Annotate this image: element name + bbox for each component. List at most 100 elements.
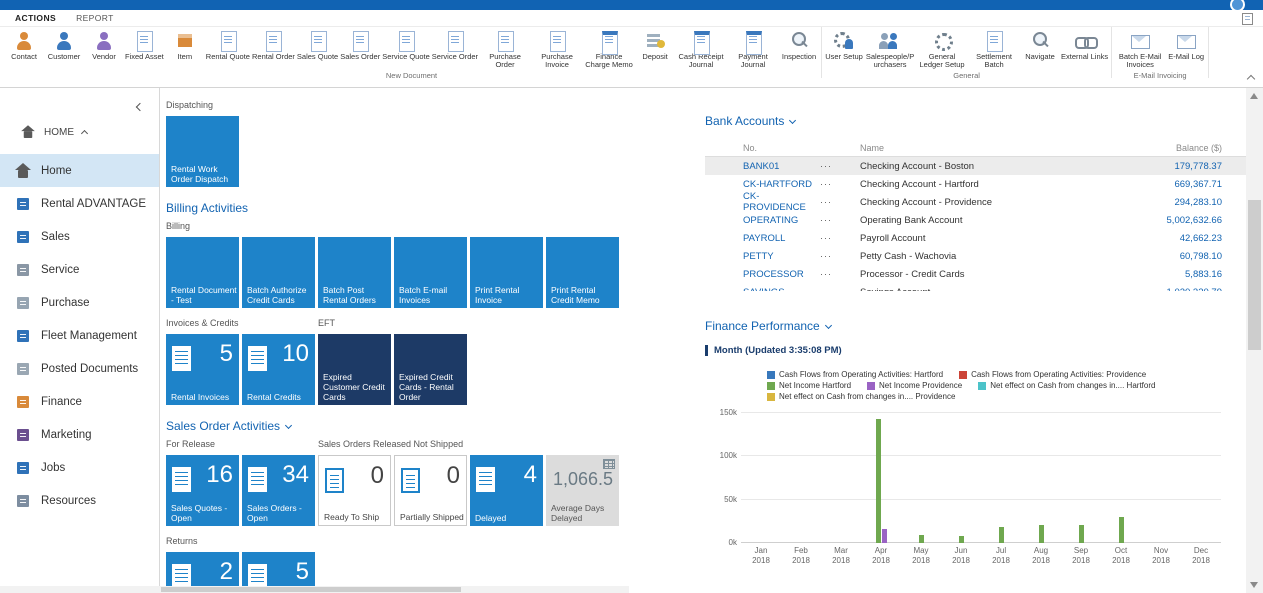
bank-account-no[interactable]: BANK01 <box>705 161 820 172</box>
row-actions-button[interactable]: ··· <box>820 269 860 279</box>
home-menu[interactable]: HOME <box>20 124 110 140</box>
bank-account-no[interactable]: PETTY <box>705 251 820 262</box>
tile-rental-invoices[interactable]: 5Rental Invoices <box>166 334 239 405</box>
ribbon-button-payment-journal[interactable]: Payment Journal <box>727 27 779 70</box>
tile-print-rental-invoice[interactable]: Print Rental Invoice <box>470 237 543 308</box>
ribbon-button-navigate[interactable]: Navigate <box>1020 27 1060 70</box>
section-heading[interactable]: Billing Activities <box>166 201 705 215</box>
column-name[interactable]: Name <box>860 143 1126 153</box>
tile-sales-orders-open[interactable]: 34Sales Orders - Open <box>242 455 315 526</box>
chart-bar[interactable] <box>999 527 1004 543</box>
sidebar-item-rental-advantage[interactable]: Rental ADVANTAGE <box>0 187 159 220</box>
ribbon-button-finance-charge-memo[interactable]: Finance Charge Memo <box>583 27 635 70</box>
sidebar-item-service[interactable]: Service <box>0 253 159 286</box>
tile-rental-work-order-dispatch[interactable]: Rental Work Order Dispatch <box>166 116 239 187</box>
bank-account-no[interactable]: OPERATING <box>705 215 820 226</box>
tile-value-2[interactable]: 2 <box>166 552 239 586</box>
legend-item[interactable]: Cash Flows from Operating Activities: Pr… <box>959 370 1146 379</box>
chart-bar[interactable] <box>959 536 964 543</box>
row-actions-button[interactable]: ··· <box>820 287 860 291</box>
tile-rental-document-test[interactable]: Rental Document - Test <box>166 237 239 308</box>
sidebar-item-resources[interactable]: Resources <box>0 484 159 517</box>
ribbon-button-general-ledger-setup[interactable]: General Ledger Setup <box>916 27 968 70</box>
bank-account-no[interactable]: CK-PROVIDENCE <box>705 191 820 213</box>
bank-accounts-heading[interactable]: Bank Accounts <box>705 114 1246 128</box>
bank-account-no[interactable]: SAVINGS <box>705 287 820 292</box>
tile-delayed[interactable]: 4Delayed <box>470 455 543 526</box>
bank-account-no[interactable]: CK-HARTFORD <box>705 179 820 190</box>
chart-bar[interactable] <box>882 529 887 543</box>
ribbon-button-service-order[interactable]: Service Order <box>431 27 479 70</box>
sidebar-item-sales[interactable]: Sales <box>0 220 159 253</box>
chart-bar[interactable] <box>876 419 881 543</box>
ribbon-button-settlement-batch[interactable]: Settlement Batch <box>968 27 1020 70</box>
legend-item[interactable]: Net effect on Cash from changes in.... P… <box>767 392 955 401</box>
legend-item[interactable]: Net effect on Cash from changes in.... H… <box>978 381 1155 390</box>
column-balance[interactable]: Balance ($) <box>1126 143 1246 153</box>
tile-sales-quotes-open[interactable]: 16Sales Quotes - Open <box>166 455 239 526</box>
ribbon-button-purchase-order[interactable]: Purchase Order <box>479 27 531 70</box>
tile-rental-credits[interactable]: 10Rental Credits <box>242 334 315 405</box>
sidebar-item-purchase[interactable]: Purchase <box>0 286 159 319</box>
finance-performance-heading[interactable]: Finance Performance <box>705 319 1246 333</box>
tile-print-rental-credit-memo[interactable]: Print Rental Credit Memo <box>546 237 619 308</box>
ribbon-button-purchase-invoice[interactable]: Purchase Invoice <box>531 27 583 70</box>
table-row[interactable]: BANK01···Checking Account - Boston179,77… <box>705 157 1246 175</box>
vertical-scrollbar[interactable] <box>1246 88 1263 593</box>
chart-bar[interactable] <box>919 535 924 543</box>
ribbon-button-customer[interactable]: Customer <box>44 27 84 70</box>
table-row[interactable]: OPERATING···Operating Bank Account5,002,… <box>705 211 1246 229</box>
tile-batch-e-mail-invoices[interactable]: Batch E-mail Invoices <box>394 237 467 308</box>
ribbon-button-rental-quote[interactable]: Rental Quote <box>205 27 251 70</box>
tile-average-days-delayed[interactable]: 1,066.5Average Days Delayed <box>546 455 619 526</box>
chart-period-label[interactable]: Month (Updated 3:35:08 PM) <box>705 345 842 356</box>
row-actions-button[interactable]: ··· <box>820 215 860 225</box>
row-actions-button[interactable]: ··· <box>820 197 860 207</box>
ribbon-button-rental-order[interactable]: Rental Order <box>251 27 296 70</box>
column-no[interactable]: No. <box>705 143 820 153</box>
bank-account-no[interactable]: PAYROLL <box>705 233 820 244</box>
ribbon-button-vendor[interactable]: Vendor <box>84 27 124 70</box>
legend-item[interactable]: Net Income Hartford <box>767 381 851 390</box>
row-actions-button[interactable]: ··· <box>820 251 860 261</box>
report-page-icon[interactable] <box>1242 13 1253 25</box>
sidebar-item-jobs[interactable]: Jobs <box>0 451 159 484</box>
tile-batch-authorize-credit-cards[interactable]: Batch Authorize Credit Cards <box>242 237 315 308</box>
chart-bar[interactable] <box>1079 525 1084 543</box>
tile-batch-post-rental-orders[interactable]: Batch Post Rental Orders <box>318 237 391 308</box>
table-row[interactable]: SAVINGS···Savings Account1,020,320.79 <box>705 283 1246 291</box>
ribbon-button-contact[interactable]: Contact <box>4 27 44 70</box>
horizontal-scrollbar-thumb[interactable] <box>161 587 461 592</box>
table-row[interactable]: CK-PROVIDENCE···Checking Account - Provi… <box>705 193 1246 211</box>
section-heading[interactable]: Sales Order Activities <box>166 419 705 433</box>
chart-bar[interactable] <box>1119 517 1124 543</box>
horizontal-scrollbar[interactable] <box>0 586 629 593</box>
ribbon-button-service-quote[interactable]: Service Quote <box>381 27 431 70</box>
ribbon-button-deposit[interactable]: Deposit <box>635 27 675 70</box>
sidebar-item-home[interactable]: Home <box>0 154 159 187</box>
legend-item[interactable]: Net Income Providence <box>867 381 962 390</box>
ribbon-button-inspection[interactable]: Inspection <box>779 27 819 70</box>
sidebar-item-fleet-management[interactable]: Fleet Management <box>0 319 159 352</box>
ribbon-button-external-links[interactable]: External Links <box>1060 27 1109 70</box>
vertical-scrollbar-thumb[interactable] <box>1248 200 1261 350</box>
ribbon-button-cash-receipt-journal[interactable]: Cash Receipt Journal <box>675 27 727 70</box>
tile-partially-shipped[interactable]: 0Partially Shipped <box>394 455 467 526</box>
sidebar-item-finance[interactable]: Finance <box>0 385 159 418</box>
legend-item[interactable]: Cash Flows from Operating Activities: Ha… <box>767 370 943 379</box>
ribbon-tab-report[interactable]: REPORT <box>67 11 123 25</box>
table-row[interactable]: PROCESSOR···Processor - Credit Cards5,88… <box>705 265 1246 283</box>
ribbon-button-e-mail-log[interactable]: E-Mail Log <box>1166 27 1206 70</box>
sidebar-item-posted-documents[interactable]: Posted Documents <box>0 352 159 385</box>
bank-account-no[interactable]: PROCESSOR <box>705 269 820 280</box>
sidebar-item-marketing[interactable]: Marketing <box>0 418 159 451</box>
ribbon-button-batch-e-mail-invoices[interactable]: Batch E-Mail Invoices <box>1114 27 1166 70</box>
ribbon-button-sales-order[interactable]: Sales Order <box>339 27 381 70</box>
ribbon-tab-actions[interactable]: ACTIONS <box>6 11 65 25</box>
table-row[interactable]: PAYROLL···Payroll Account42,662.23 <box>705 229 1246 247</box>
row-actions-button[interactable]: ··· <box>820 233 860 243</box>
scroll-up-icon[interactable] <box>1250 93 1258 99</box>
tile-value-5[interactable]: 5 <box>242 552 315 586</box>
ribbon-button-sales-quote[interactable]: Sales Quote <box>296 27 339 70</box>
collapse-sidebar-icon[interactable] <box>136 103 144 111</box>
